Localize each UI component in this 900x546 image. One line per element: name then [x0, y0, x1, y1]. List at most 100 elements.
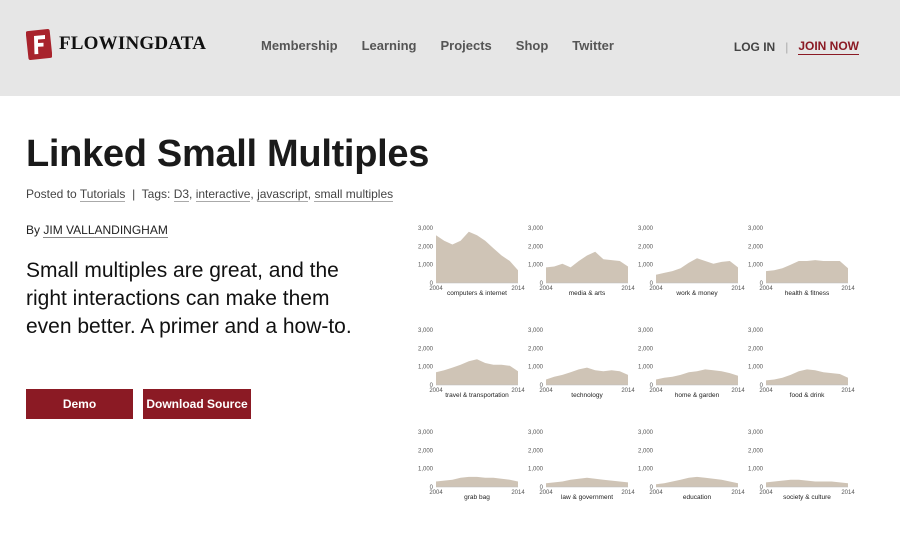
tag-link[interactable]: small multiples [314, 187, 394, 202]
x-tick-label: 2014 [511, 286, 525, 292]
small-multiple-panel[interactable]: 01,0002,0003,0002004 2014society & cultur… [748, 430, 855, 501]
y-tick-label: 3,000 [748, 328, 764, 334]
main-nav: Membership Learning Projects Shop Twitte… [261, 38, 638, 53]
y-tick-label: 1,000 [418, 263, 434, 269]
nav-twitter[interactable]: Twitter [572, 38, 614, 53]
demo-button[interactable]: Demo [26, 389, 133, 419]
y-tick-label: 2,000 [528, 346, 544, 352]
by-prefix: By [26, 223, 41, 237]
x-tick-label: 2004 [429, 490, 443, 496]
small-multiple-panel[interactable]: 01,0002,0003,0002004 2014education [638, 430, 745, 501]
series-area [656, 476, 738, 487]
page-title: Linked Small Multiples [26, 133, 430, 175]
site-logo[interactable]: FLOWINGDATA [26, 28, 206, 60]
small-multiple-panel[interactable]: 01,0002,0003,0002004 2014computers & inte… [418, 226, 525, 297]
small-multiple-panel[interactable]: 01,0002,0003,0002004 2014home & garden [638, 328, 745, 399]
x-tick-label: 2014 [841, 388, 855, 394]
y-tick-label: 2,000 [748, 244, 764, 250]
y-tick-label: 2,000 [748, 448, 764, 454]
x-tick-label: 2014 [621, 388, 635, 394]
lede-text: Small multiples are great, and the right… [26, 259, 352, 338]
series-area [766, 479, 848, 487]
y-tick-label: 1,000 [528, 467, 544, 473]
series-area [436, 231, 518, 283]
y-tick-label: 3,000 [748, 226, 764, 232]
y-tick-label: 3,000 [528, 430, 544, 436]
x-tick-label: 2004 [539, 286, 553, 292]
small-multiple-panel[interactable]: 01,0002,0003,0002004 2014law & government [528, 430, 635, 501]
x-tick-label: 2004 [759, 388, 773, 394]
y-tick-label: 1,000 [748, 365, 764, 371]
x-tick-label: 2004 [429, 286, 443, 292]
nav-membership[interactable]: Membership [261, 38, 338, 53]
series-label: health & fitness [785, 290, 830, 297]
y-tick-label: 2,000 [418, 448, 434, 454]
category-link[interactable]: Tutorials [79, 187, 126, 202]
nav-shop[interactable]: Shop [516, 38, 549, 53]
small-multiple-panel[interactable]: 01,0002,0003,0002004 2014grab bag [418, 430, 525, 501]
x-tick-label: 2014 [511, 388, 525, 394]
x-tick-label: 2004 [759, 286, 773, 292]
y-tick-label: 3,000 [748, 430, 764, 436]
y-tick-label: 3,000 [418, 430, 434, 436]
series-label: media & arts [569, 290, 606, 297]
series-label: society & culture [783, 494, 831, 501]
y-tick-label: 2,000 [748, 346, 764, 352]
series-area [436, 476, 518, 487]
series-area [766, 260, 848, 283]
y-tick-label: 2,000 [418, 346, 434, 352]
x-tick-label: 2004 [539, 388, 553, 394]
small-multiple-panel[interactable]: 01,0002,0003,0002004 2014travel & transpo… [418, 328, 525, 399]
flowingdata-logo-icon [26, 29, 52, 60]
y-tick-label: 1,000 [528, 263, 544, 269]
small-multiples-chart[interactable]: 0 1,000 2,000 3,000 2004 2014 computers & inte… [412, 222, 862, 512]
author-link[interactable]: JIM VALLANDINGHAM [43, 223, 168, 238]
series-label: computers & internet [447, 290, 507, 297]
y-tick-label: 1,000 [638, 467, 654, 473]
tags-prefix: Tags: [141, 187, 171, 201]
y-tick-label: 3,000 [418, 226, 434, 232]
y-tick-label: 1,000 [418, 467, 434, 473]
y-tick-label: 1,000 [638, 263, 654, 269]
y-tick-label: 3,000 [638, 328, 654, 334]
y-tick-label: 3,000 [528, 328, 544, 334]
y-tick-label: 3,000 [638, 430, 654, 436]
x-tick-label: 2014 [511, 490, 525, 496]
small-multiple-panel[interactable]: 01,0002,0003,0002004 2014work & money [638, 226, 745, 297]
y-tick-label: 3,000 [528, 226, 544, 232]
small-multiple-panel[interactable]: 01,0002,0003,0002004 2014health & fitness [748, 226, 855, 297]
x-tick-label: 2004 [429, 388, 443, 394]
download-source-button[interactable]: Download Source [143, 389, 251, 419]
login-link[interactable]: LOG IN [734, 40, 775, 54]
small-multiple-panel[interactable]: 01,0002,0003,0002004 2014media & arts [528, 226, 635, 297]
small-multiple-panel[interactable]: 01,0002,0003,0002004 2014food & drink [748, 328, 855, 399]
small-multiple-panel[interactable]: 01,0002,0003,0002004 2014technology [528, 328, 635, 399]
series-label: food & drink [790, 392, 825, 399]
tag-link[interactable]: interactive [195, 187, 251, 202]
logo-text: FLOWINGDATA [59, 33, 207, 54]
nav-learning[interactable]: Learning [362, 38, 417, 53]
y-tick-label: 1,000 [748, 467, 764, 473]
series-label: technology [571, 392, 603, 399]
small-multiples-svg: 01,0002,0003,0002004 2014computers & inte… [418, 226, 855, 501]
tag-link[interactable]: javascript [257, 187, 308, 202]
y-tick-label: 2,000 [528, 448, 544, 454]
series-area [546, 367, 628, 385]
join-now-link[interactable]: JOIN NOW [798, 39, 859, 55]
post-meta: Posted to Tutorials | Tags: D3, interact… [26, 187, 394, 202]
site-header: FLOWINGDATA Membership Learning Projects… [0, 0, 900, 96]
x-tick-label: 2014 [731, 388, 745, 394]
y-tick-label: 3,000 [638, 226, 654, 232]
byline: By JIM VALLANDINGHAM [26, 223, 168, 238]
y-tick-label: 1,000 [638, 365, 654, 371]
tag-link[interactable]: D3 [173, 187, 190, 202]
series-label: home & garden [675, 392, 720, 399]
posted-prefix: Posted to [26, 187, 77, 201]
account-links: LOG IN | JOIN NOW [734, 39, 859, 55]
series-area [656, 258, 738, 283]
y-tick-label: 2,000 [528, 244, 544, 250]
x-tick-label: 2014 [731, 286, 745, 292]
x-tick-label: 2014 [841, 286, 855, 292]
series-area [546, 251, 628, 283]
nav-projects[interactable]: Projects [440, 38, 491, 53]
